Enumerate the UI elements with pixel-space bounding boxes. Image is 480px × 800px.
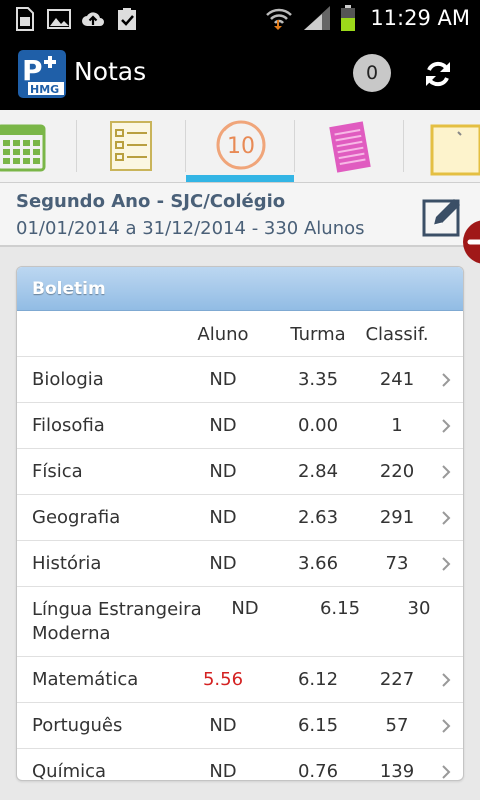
aluno-grade: ND (209, 461, 237, 482)
subject-name: Química (32, 761, 107, 781)
action-bar: P HMG Notas 0 (0, 38, 480, 110)
turma-average: 0.76 (297, 761, 339, 781)
image-icon (47, 9, 71, 29)
classification-rank: 139 (379, 761, 415, 781)
turma-average: 2.63 (297, 507, 339, 528)
subject-name: Português (32, 715, 123, 736)
grade-10-icon: 10 (216, 120, 266, 170)
turma-average: 6.12 (297, 669, 339, 690)
tab-notebook[interactable] (295, 110, 403, 183)
aluno-grade: ND (231, 598, 259, 619)
table-row[interactable]: Matemática 5.56 6.12 227 (17, 657, 463, 703)
classification-rank: 1 (391, 415, 403, 436)
refresh-icon[interactable] (422, 58, 454, 90)
subject-name: Filosofia (32, 415, 105, 436)
tab-selected-indicator (186, 175, 294, 182)
chevron-right-icon (442, 465, 451, 479)
turma-average: 6.15 (297, 715, 339, 736)
aluno-grade: ND (209, 761, 237, 781)
turma-average: 3.35 (297, 369, 339, 390)
tab-checklist[interactable] (77, 110, 185, 183)
status-bar: 11:29 AM (0, 0, 480, 38)
aluno-grade: 5.56 (202, 669, 244, 690)
table-row[interactable]: Língua Estrangeira Moderna ND 6.15 30 (17, 587, 463, 657)
aluno-grade: ND (209, 369, 237, 390)
column-turma: Turma (290, 324, 346, 345)
subject-name: Biologia (32, 369, 104, 390)
turma-average: 3.66 (297, 553, 339, 574)
table-row[interactable]: Química ND 0.76 139 (17, 749, 463, 781)
turma-average: 6.15 (319, 598, 361, 619)
battery-icon (341, 5, 356, 31)
app-title: Notas (74, 57, 147, 86)
table-row[interactable]: Português ND 6.15 57 (17, 703, 463, 749)
column-headers: Aluno Turma Classif. (17, 311, 463, 357)
classification-rank: 57 (385, 715, 409, 736)
subject-name: Língua Estrangeira Moderna (32, 599, 202, 644)
class-header: Segundo Ano - SJC/Colégio 01/01/2014 a 3… (0, 183, 480, 247)
report-card: Boletim Aluno Turma Classif. Biologia ND 3… (16, 266, 464, 781)
notebook-icon (329, 121, 371, 173)
aluno-grade: ND (209, 415, 237, 436)
side-drawer-handle[interactable] (463, 220, 480, 264)
classification-rank: 220 (379, 461, 415, 482)
class-period: 01/01/2014 a 31/12/2014 - 330 Alunos (16, 218, 365, 239)
calendar-icon (0, 124, 46, 172)
subject-name: Geografia (32, 507, 121, 528)
wifi-icon (266, 8, 293, 30)
chevron-right-icon (442, 511, 451, 525)
tab-calendar[interactable] (0, 110, 76, 183)
upload-cloud-icon (82, 12, 104, 26)
chevron-right-icon (442, 719, 451, 733)
turma-average: 0.00 (297, 415, 339, 436)
classification-rank: 30 (407, 598, 431, 619)
sticky-note-icon (430, 124, 480, 176)
tab-grades[interactable]: 10 (186, 110, 294, 183)
chevron-right-icon (442, 557, 451, 571)
signal-icon (304, 6, 331, 30)
checklist-icon (110, 121, 152, 171)
column-classif: Classif. (365, 324, 429, 345)
chevron-right-icon (442, 373, 451, 387)
subject-name: Matemática (32, 669, 139, 690)
table-row[interactable]: Física ND 2.84 220 (17, 449, 463, 495)
turma-average: 2.84 (297, 461, 339, 482)
aluno-grade: ND (209, 507, 237, 528)
svg-text:HMG: HMG (30, 83, 59, 96)
clipboard-check-icon (118, 8, 136, 30)
report-card-title: Boletim (17, 267, 463, 311)
aluno-grade: ND (209, 553, 237, 574)
class-title: Segundo Ano - SJC/Colégio (16, 191, 286, 212)
subject-name: História (32, 553, 102, 574)
aluno-grade: ND (209, 715, 237, 736)
table-row[interactable]: Geografia ND 2.63 291 (17, 495, 463, 541)
tab-note[interactable] (404, 110, 480, 183)
chevron-right-icon (442, 419, 451, 433)
status-time: 11:29 AM (370, 6, 470, 30)
chevron-right-icon (442, 673, 451, 687)
column-aluno: Aluno (197, 324, 249, 345)
sim-card-icon (16, 7, 34, 31)
tab-bar: 10 (0, 110, 480, 183)
edit-icon[interactable] (420, 195, 464, 239)
notification-badge[interactable]: 0 (353, 54, 391, 92)
svg-text:10: 10 (227, 134, 255, 159)
subject-name: Física (32, 461, 83, 482)
classification-rank: 291 (379, 507, 415, 528)
classification-rank: 227 (379, 669, 415, 690)
app-logo-icon[interactable]: P HMG (18, 50, 66, 98)
chevron-right-icon (442, 765, 451, 779)
table-row[interactable]: Filosofia ND 0.00 1 (17, 403, 463, 449)
classification-rank: 241 (379, 369, 415, 390)
table-row[interactable]: Biologia ND 3.35 241 (17, 357, 463, 403)
classification-rank: 73 (385, 553, 409, 574)
table-row[interactable]: História ND 3.66 73 (17, 541, 463, 587)
